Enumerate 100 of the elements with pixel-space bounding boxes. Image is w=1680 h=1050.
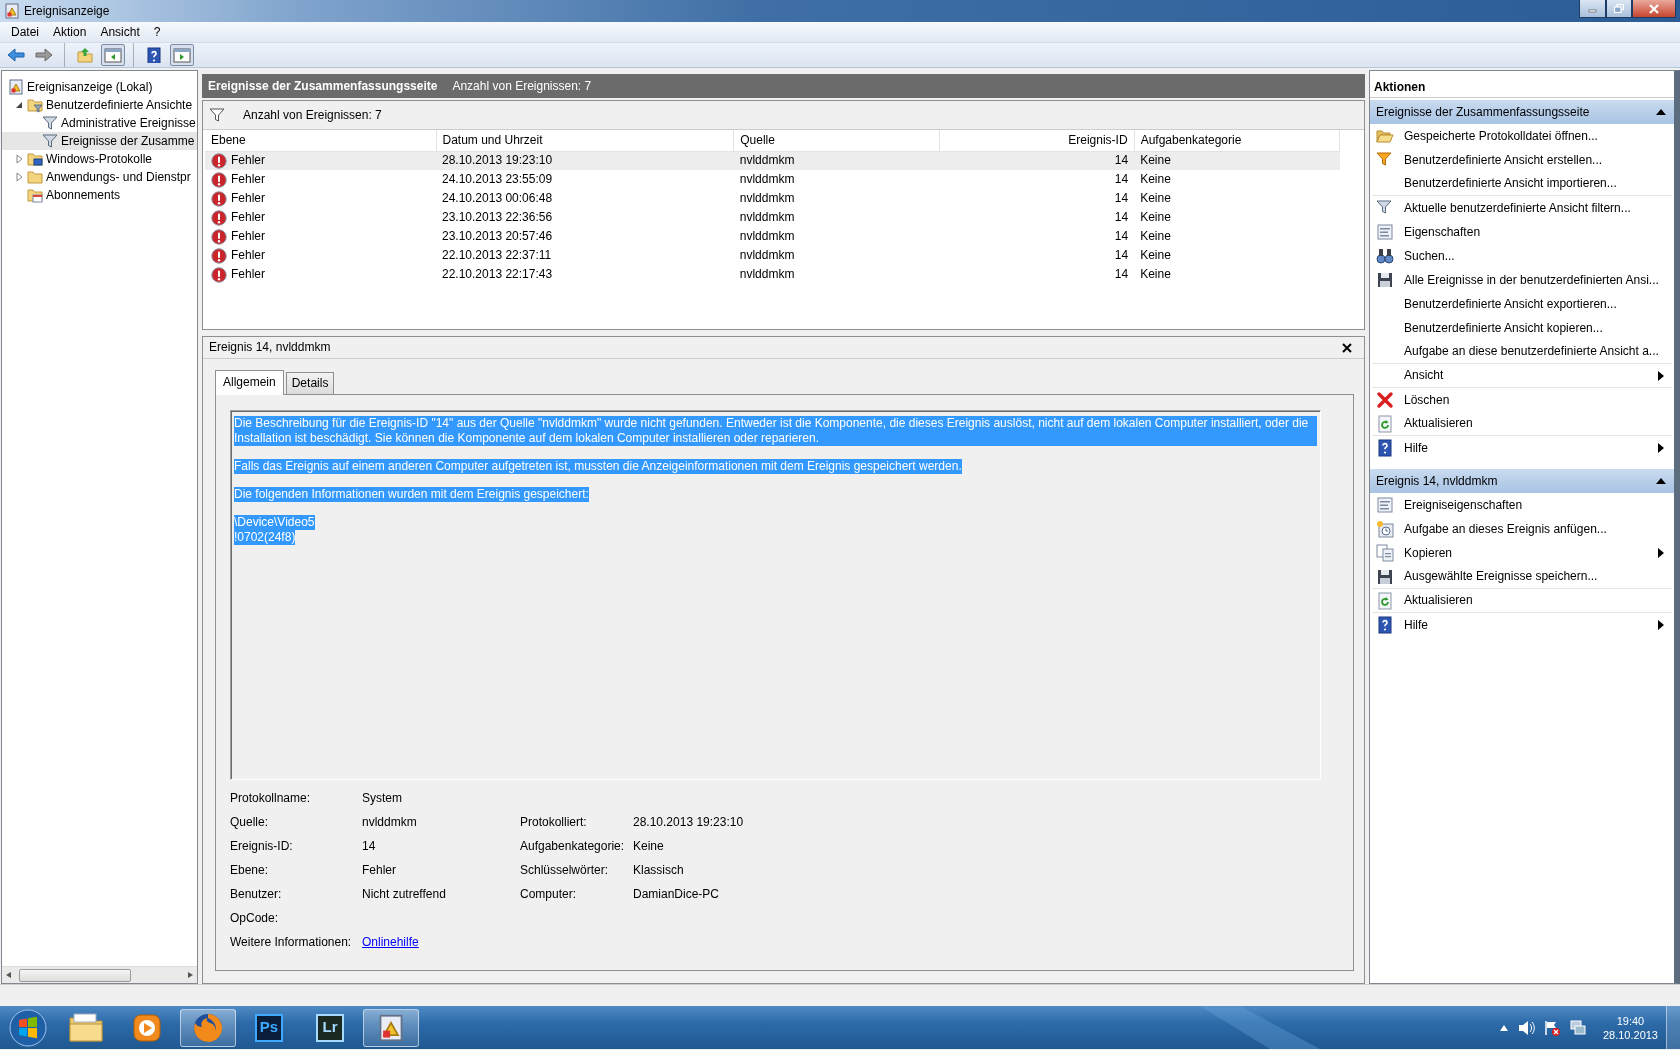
- field-value: DamianDice-PC: [633, 887, 721, 903]
- tree-item[interactable]: Abonnements: [2, 186, 197, 204]
- console-tree-button[interactable]: [101, 44, 125, 66]
- action-item[interactable]: Benutzerdefinierte Ansicht exportieren...: [1372, 292, 1672, 316]
- field-label: Schlüsselwörter:: [520, 863, 610, 879]
- action-item[interactable]: Eigenschaften: [1372, 220, 1672, 244]
- table-cell-text: Keine: [1139, 209, 1172, 226]
- clock-date: 28.10.2013: [1602, 1027, 1658, 1042]
- network-icon[interactable]: [1568, 1019, 1587, 1036]
- folder-up-icon: [76, 47, 94, 63]
- panel-icon: [104, 47, 122, 63]
- action-item[interactable]: Aktualisieren: [1372, 589, 1672, 613]
- column-header[interactable]: Ereignis-ID: [939, 130, 1135, 151]
- table-row[interactable]: Fehler 23.10.2013 22:36:56 nvlddmkm 14 Keine: [205, 208, 1340, 227]
- menu-item[interactable]: ?: [146, 22, 168, 42]
- action-label: Gespeicherte Protokolldatei öffnen...: [1404, 128, 1599, 144]
- action-item[interactable]: Benutzerdefinierte Ansicht importieren...: [1372, 172, 1672, 196]
- action-item[interactable]: Alle Ereignisse in der benutzerdefinierten Ansi...: [1372, 268, 1672, 292]
- action-item[interactable]: Aktualisieren: [1372, 412, 1672, 436]
- close-icon: [1649, 3, 1659, 14]
- action-pane-button[interactable]: [170, 44, 194, 66]
- taskbar-button[interactable]: Lr: [302, 1008, 358, 1047]
- table-row[interactable]: Fehler 23.10.2013 20:57:46 nvlddmkm 14 Keine: [205, 227, 1340, 246]
- table-row[interactable]: Fehler 24.10.2013 23:55:09 nvlddmkm 14 Keine: [205, 170, 1340, 189]
- tree-item[interactable]: Windows-Protokolle: [2, 150, 197, 168]
- table-cell: Fehler: [231, 153, 265, 169]
- taskbar-button[interactable]: [180, 1008, 236, 1047]
- action-item[interactable]: Aufgabe an dieses Ereignis anfügen...: [1372, 517, 1672, 541]
- action-item[interactable]: Suchen...: [1372, 244, 1672, 268]
- column-header[interactable]: Quelle: [733, 130, 940, 151]
- start-button[interactable]: [6, 1006, 50, 1049]
- close-icon[interactable]: [1342, 342, 1352, 353]
- flag-icon[interactable]: [1542, 1019, 1561, 1036]
- properties-icon: [1376, 223, 1394, 241]
- section-title: Ereignis 14, nvlddmkm: [1376, 473, 1498, 489]
- action-item[interactable]: Ausgewählte Ereignisse speichern...: [1372, 565, 1672, 589]
- column-header[interactable]: Datum und Uhrzeit: [436, 130, 734, 151]
- menu-item[interactable]: Ansicht: [93, 22, 147, 42]
- field-value: Klassisch: [633, 863, 685, 879]
- collapse-caret-icon[interactable]: [1656, 109, 1666, 115]
- show-hidden-icons-icon[interactable]: [1498, 1023, 1509, 1032]
- action-item[interactable]: Hilfe: [1372, 613, 1672, 637]
- tree-label: Windows-Protokolle: [46, 151, 153, 167]
- refresh-icon: [1376, 591, 1394, 610]
- action-item[interactable]: Kopieren: [1372, 541, 1672, 565]
- show-desktop-button[interactable]: [1666, 1006, 1680, 1049]
- tree-item[interactable]: Administrative Ereignisse: [2, 114, 197, 132]
- action-item[interactable]: Hilfe: [1372, 436, 1672, 460]
- tab[interactable]: Details: [285, 372, 335, 394]
- table-row[interactable]: Fehler 22.10.2013 22:37:11 nvlddmkm 14 Keine: [205, 246, 1340, 265]
- table-cell-text: nvlddmkm: [738, 190, 796, 207]
- action-item[interactable]: Benutzerdefinierte Ansicht erstellen...: [1372, 148, 1672, 172]
- action-item[interactable]: Benutzerdefinierte Ansicht kopieren...: [1372, 316, 1672, 340]
- tree-label: Administrative Ereignisse: [61, 115, 196, 131]
- minimize-button[interactable]: [1579, 0, 1606, 18]
- table-cell-text: nvlddmkm: [738, 209, 796, 226]
- field-value: 28.10.2013 19:23:10: [633, 815, 745, 831]
- tab[interactable]: Allgemein: [215, 370, 284, 395]
- restore-icon: [1614, 4, 1624, 13]
- speaker-icon[interactable]: [1516, 1019, 1535, 1036]
- menu-item[interactable]: Aktion: [46, 22, 94, 42]
- action-item[interactable]: Aufgabe an diese benutzerdefinierte Ansicht a...: [1372, 340, 1672, 364]
- action-item[interactable]: Ereigniseigenschaften: [1372, 493, 1672, 517]
- section-header[interactable]: Ereignis 14, nvlddmkm: [1370, 469, 1674, 493]
- table-cell: 24.10.2013 23:55:09: [436, 170, 734, 189]
- error-icon: [211, 209, 227, 226]
- tree-item[interactable]: Benutzerdefinierte Ansichte: [2, 96, 197, 114]
- action-item[interactable]: Löschen: [1372, 388, 1672, 412]
- online-help-link[interactable]: Onlinehilfe: [362, 935, 419, 949]
- table-row[interactable]: Fehler 24.10.2013 00:06:48 nvlddmkm 14 Keine: [205, 189, 1340, 208]
- field-label: Ereignis-ID:: [230, 839, 294, 855]
- tree-item[interactable]: Ereignisanzeige (Lokal): [2, 78, 197, 96]
- tree-item[interactable]: Anwendungs- und Dienstpr: [2, 168, 197, 186]
- section-header[interactable]: Ereignisse der Zusammenfassungsseite: [1370, 100, 1674, 124]
- action-label: Ansicht: [1404, 368, 1445, 383]
- column-header[interactable]: Ebene: [205, 130, 436, 151]
- table-cell-text: 23.10.2013 22:36:56: [441, 209, 554, 226]
- maximize-button[interactable]: [1606, 0, 1632, 18]
- binoculars-icon: [1376, 247, 1394, 265]
- collapse-caret-icon[interactable]: [1656, 478, 1666, 484]
- action-item[interactable]: Gespeicherte Protokolldatei öffnen...: [1372, 124, 1672, 148]
- table-cell-text: 14: [1113, 266, 1130, 283]
- column-header[interactable]: Aufgabenkategorie: [1134, 130, 1340, 151]
- horizontal-scrollbar[interactable]: [2, 966, 197, 983]
- open-folder-icon: [1376, 127, 1394, 145]
- action-label: Eigenschaften: [1404, 224, 1482, 240]
- taskbar-button[interactable]: Ps: [241, 1008, 297, 1047]
- scroll-thumb[interactable]: [19, 968, 131, 982]
- action-item[interactable]: Aktuelle benutzerdefinierte Ansicht filtern...: [1372, 196, 1672, 220]
- expander-icon[interactable]: [14, 100, 24, 110]
- clock[interactable]: 19:40 28.10.2013: [1602, 1013, 1658, 1042]
- close-button[interactable]: [1632, 0, 1676, 18]
- taskbar-button[interactable]: [363, 1008, 419, 1047]
- menu-item[interactable]: Datei: [4, 22, 46, 42]
- action-label: Löschen: [1404, 392, 1451, 408]
- tree-item[interactable]: Ereignisse der Zusamme: [2, 132, 197, 150]
- table-row[interactable]: Fehler 22.10.2013 22:17:43 nvlddmkm 14 Keine: [205, 265, 1340, 284]
- table-cell-text: Keine: [1139, 228, 1172, 245]
- action-item[interactable]: Ansicht: [1372, 364, 1672, 388]
- table-row[interactable]: Fehler 28.10.2013 19:23:10 nvlddmkm 14 Keine: [205, 151, 1340, 170]
